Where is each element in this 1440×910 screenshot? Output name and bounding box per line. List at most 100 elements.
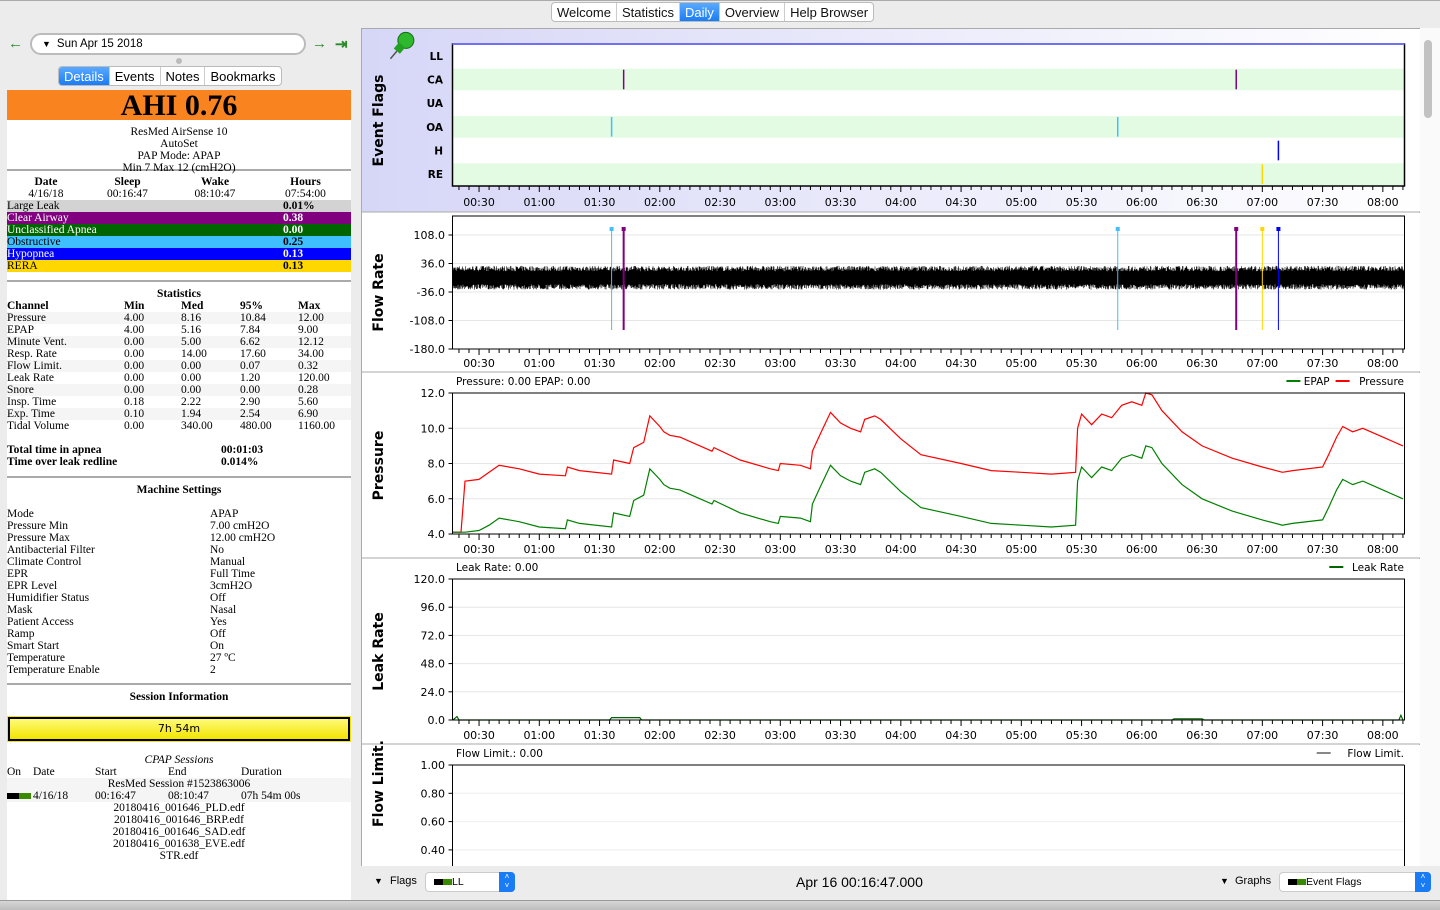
flag-row-label: UA — [427, 98, 444, 110]
y-tick-label: 6.0 — [428, 493, 446, 506]
graph-panel-bg — [362, 373, 1421, 558]
flag-row-stripe — [452, 68, 1405, 91]
session-file: STR.edf — [159, 850, 199, 862]
stat-header: Med — [181, 300, 204, 312]
y-tick-label: -36.0 — [417, 286, 445, 299]
setting-name: Pressure Max — [7, 532, 70, 544]
setting-name: EPR Level — [7, 580, 58, 592]
stat-cell: 0.00 — [124, 372, 145, 384]
splitter-handle[interactable] — [176, 58, 182, 64]
stat-cell: 6.62 — [240, 336, 298, 348]
x-tick-label: 03:00 — [764, 357, 796, 370]
session-file: 20180416_001646_BRP.edf — [113, 814, 245, 826]
setting-value: 3cmH2O — [210, 580, 253, 592]
event-index-row[interactable]: Unclassified Apnea 0.00 — [7, 224, 351, 236]
stat-cell: 12.12 — [298, 336, 351, 348]
y-tick-label: 0.40 — [421, 844, 446, 857]
x-tick-label: 05:30 — [1066, 729, 1098, 742]
tab-welcome[interactable]: Welcome — [552, 3, 617, 21]
flag-row-stripe — [452, 116, 1405, 138]
setting-row: Pressure Max 12.00 cmH2O — [7, 532, 351, 544]
stat-cell: 0.32 — [298, 360, 351, 372]
details-content: AHI 0.76 ResMed AirSense 10 AutoSet PAP … — [7, 90, 351, 900]
session-duration-bar[interactable]: 7h 54m — [7, 716, 351, 742]
tab-events[interactable]: Events — [110, 67, 161, 85]
legend-label: Flow Limit. — [1347, 748, 1404, 760]
event-index-row[interactable]: RERA 0.13 — [7, 260, 351, 272]
stat-cell: 5.60 — [298, 396, 319, 408]
session-toggle[interactable] — [7, 790, 33, 802]
stat-row: Insp. Time 0.18 2.22 2.90 5.60 — [7, 396, 351, 408]
apnea-time-label: Total time in apnea — [7, 444, 102, 456]
x-tick-label: 03:00 — [764, 543, 796, 556]
setting-row: Climate Control Manual — [7, 556, 351, 568]
x-tick-label: 03:30 — [825, 543, 857, 556]
bottom-bar: ▼ Flags LL ˄ ˅ Apr 16 00:16:47.000 ▼ Graph… — [361, 866, 1440, 898]
stat-row: EPAP 4.00 5.16 7.84 9.00 — [7, 324, 351, 336]
flow-event-marker-cap — [1234, 227, 1239, 231]
event-index-row[interactable]: Obstructive 0.25 — [7, 236, 351, 248]
event-index-row[interactable]: Hypopnea 0.13 — [7, 248, 351, 260]
y-tick-label: 12.0 — [421, 387, 446, 400]
setting-row: Antibacterial Filter No — [7, 544, 351, 556]
tab-bookmarks[interactable]: Bookmarks — [205, 67, 280, 85]
date-picker[interactable]: ▼ Sun Apr 15 2018 — [30, 33, 306, 55]
stat-cell: 5.00 — [181, 336, 240, 348]
x-tick-label: 02:30 — [704, 357, 736, 370]
x-tick-label: 00:30 — [463, 543, 495, 556]
machine-model: ResMed AirSense 10 — [130, 126, 228, 138]
x-tick-label: 02:00 — [644, 543, 676, 556]
flags-select[interactable]: LL ˄ ˅ — [425, 872, 515, 892]
tab-help-browser[interactable]: Help Browser — [785, 3, 873, 21]
arrow-left-icon[interactable]: ← — [8, 35, 23, 52]
ahi-banner: AHI 0.76 — [7, 90, 351, 121]
graphs-toggle-icon[interactable]: ▼ — [1220, 876, 1229, 886]
x-tick-label: 00:30 — [463, 357, 495, 370]
tab-daily[interactable]: Daily — [679, 3, 720, 21]
session-duration: 07h 54m 00s — [241, 790, 301, 802]
setting-row: Pressure Min 7.00 cmH2O — [7, 520, 351, 532]
graphs-scrollbar[interactable] — [1420, 28, 1440, 866]
setting-row: Temperature Enable 2 — [7, 664, 351, 676]
stepper-icon: ˄ ˅ — [499, 872, 515, 892]
session-row[interactable]: 4/16/18 00:16:47 08:10:47 07h 54m 00s — [7, 790, 351, 802]
event-index-row[interactable]: Clear Airway 0.38 — [7, 212, 351, 224]
event-label: Unclassified Apnea — [7, 224, 97, 236]
tab-notes[interactable]: Notes — [161, 67, 206, 85]
event-label: Obstructive — [7, 236, 61, 248]
dropdown-triangle-icon: ▼ — [42, 39, 51, 49]
chart-header: Flow Limit.: 0.00 — [456, 748, 543, 760]
stat-cell: 5.16 — [181, 324, 202, 336]
setting-value: 2 — [210, 664, 216, 676]
session-name: ResMed Session #1523863006 — [7, 778, 351, 790]
left-panel: ← ▼ Sun Apr 15 2018 → ⇥ Details Events No… — [0, 28, 358, 900]
event-value: 0.13 — [283, 248, 304, 260]
tab-overview[interactable]: Overview — [720, 3, 786, 21]
x-tick-label: 03:30 — [825, 357, 857, 370]
setting-name: EPR — [7, 568, 29, 580]
stat-cell: 34.00 — [298, 348, 324, 360]
setting-name: Smart Start — [7, 640, 60, 652]
x-tick-label: 02:00 — [644, 729, 676, 742]
graphs-select[interactable]: Event Flags ˄ ˅ — [1279, 872, 1431, 892]
stat-row: Flow Limit. 0.00 0.00 0.07 0.32 — [7, 360, 351, 372]
x-tick-label: 08:00 — [1367, 196, 1399, 209]
setting-value: Nasal — [210, 604, 237, 616]
x-tick-label: 05:00 — [1005, 729, 1037, 742]
x-tick-label: 01:30 — [584, 543, 616, 556]
event-index-row[interactable]: Large Leak 0.01% — [7, 200, 351, 212]
y-tick-label: 96.0 — [421, 601, 446, 614]
arrow-to-end-icon[interactable]: ⇥ — [335, 35, 348, 53]
stat-header: Max — [298, 300, 321, 312]
stat-cell: 0.00 — [240, 384, 298, 396]
setting-row: Humidifier Status Off — [7, 592, 351, 604]
flags-toggle-icon[interactable]: ▼ — [374, 876, 383, 886]
session-file: 20180416_001638_EVE.edf — [113, 838, 245, 850]
stat-cell: 0.00 — [124, 348, 145, 360]
tab-statistics[interactable]: Statistics — [617, 3, 680, 21]
graphs-canvas[interactable]: Event Flags 00:30 01:00 01:30 02:00 02:30 03:0… — [362, 29, 1421, 867]
scrollbar-thumb[interactable] — [1424, 40, 1432, 118]
tab-details[interactable]: Details — [59, 67, 110, 85]
arrow-right-icon[interactable]: → — [312, 35, 327, 52]
x-tick-label: 05:30 — [1066, 357, 1098, 370]
